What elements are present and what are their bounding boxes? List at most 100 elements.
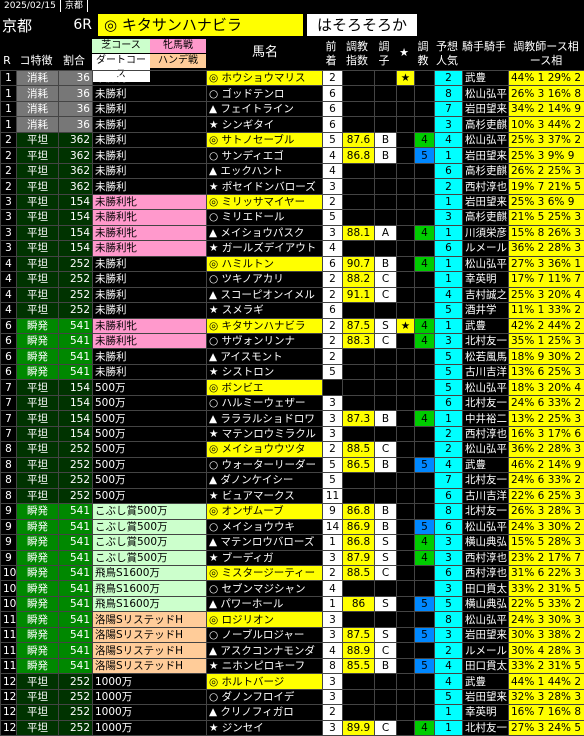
table-row[interactable]: 11瞬発541洛陽SリステッドH▲ アスクコンナモンダ488.9C2ルメール30… — [1, 643, 584, 658]
table-row[interactable]: 7平坦154500万◎ ボンビエ5松山弘平18% 3 20% 4 — [1, 380, 584, 395]
table-row[interactable]: 2平坦362未勝利▲ エックハント46高杉吏麒26% 2 25% 3 — [1, 163, 584, 178]
cell-horse[interactable]: ★ ポセイドンバローズ — [207, 179, 323, 194]
cell-horse[interactable]: ◎ ボンビエ — [207, 380, 323, 395]
cell-horse[interactable]: ◎ ミリッサマイヤー — [207, 194, 323, 209]
cell-horse[interactable]: ◎ オンザムーブ — [207, 504, 323, 519]
table-row[interactable]: 3平坦154未勝利牝★ ガールズデイアウト46ルメール36% 2 28% 3 — [1, 241, 584, 256]
cell-horse[interactable]: ◎ メイショウウツタ — [207, 442, 323, 457]
table-row[interactable]: 11瞬発541洛陽SリステッドH★ ニホンピロキーフ885.5B54田口貫太33… — [1, 658, 584, 673]
cell-horse[interactable]: ▲ メイショウパスク — [207, 225, 323, 240]
table-row[interactable]: 6瞬発541未勝利牝○ サヴォンリンナ288.3C43北村友一35% 1 25%… — [1, 333, 584, 348]
cell-horse[interactable]: ★ ニホンピロキーフ — [207, 658, 323, 673]
table-row[interactable]: 1消耗36未勝利★ シンギタイ63高杉吏麒10% 3 44% 2 — [1, 117, 584, 132]
cell-horse[interactable]: ○ ウォーターリーダー — [207, 457, 323, 472]
cell-horse[interactable]: ★ シストロン — [207, 364, 323, 379]
cell-horse[interactable]: ▲ エックハント — [207, 163, 323, 178]
cell-trainer: 25% 3 6% 9 — [509, 194, 584, 209]
cell-horse[interactable]: ◎ ホルトバージ — [207, 674, 323, 689]
cell-horse[interactable]: ○ サンディエゴ — [207, 148, 323, 163]
table-row[interactable]: 10瞬発541飛鳥S1600万◎ ミスタージーティー288.5C6西村淳也31%… — [1, 566, 584, 581]
cell-horse[interactable]: ▲ マテンロウバローズ — [207, 535, 323, 550]
cell-cond: C — [375, 566, 397, 581]
cell-horse[interactable]: ○ サヴォンリンナ — [207, 333, 323, 348]
table-row[interactable]: 6瞬発541未勝利▲ アイスモント25松若風馬18% 9 30% 2 — [1, 349, 584, 364]
cell-train: 5 — [415, 627, 435, 642]
cell-horse[interactable]: ★ マテンロウミラクル — [207, 426, 323, 441]
cell-horse[interactable]: ▲ パワーホール — [207, 596, 323, 611]
table-row[interactable]: 12平坦2521000万◎ ホルトバージ34武豊44% 1 44% 2 — [1, 674, 584, 689]
cell-horse[interactable]: ▲ ラララルショドロワ — [207, 411, 323, 426]
cell-ratio: 362 — [59, 179, 93, 194]
cell-horse[interactable]: ○ メイショウウキ — [207, 519, 323, 534]
table-row[interactable]: 12平坦2521000万★ ジンセイ389.9C41北村友一27% 3 24% … — [1, 720, 584, 735]
cell-horse[interactable]: ★ ビュアマークス — [207, 488, 323, 503]
table-row[interactable]: 8平坦252500万★ ビュアマークス116古川吉洋22% 6 25% 3 — [1, 488, 584, 503]
table-row[interactable]: 4平坦252未勝利▲ スコーピオンイメル291.1C4吉村誠之25% 3 20%… — [1, 287, 584, 302]
table-row[interactable]: 6瞬発541未勝利牝◎ キタサンハナビラ287.5S★41武豊42% 2 44%… — [1, 318, 584, 333]
cell-ratio: 252 — [59, 674, 93, 689]
table-row[interactable]: 2平坦362未勝利★ ポセイドンバローズ32西村淳也19% 7 21% 5 — [1, 179, 584, 194]
cell-horse[interactable]: ▲ スコーピオンイメル — [207, 287, 323, 302]
cell-prev: 2 — [323, 349, 343, 364]
table-row[interactable]: 9瞬発541こぶし賞500万○ メイショウウキ1486.9B56松山弘平24% … — [1, 519, 584, 534]
table-row[interactable]: 4平坦252未勝利○ ツキノアカリ288.2C1幸英明17% 7 11% 7 — [1, 272, 584, 287]
table-row[interactable]: 1消耗36未勝利○ ゴッドテンロ68松山弘平26% 3 16% 8 — [1, 86, 584, 101]
table-row[interactable]: 2平坦362未勝利◎ サトノセーブル587.6B44松山弘平25% 3 37% … — [1, 132, 584, 147]
cell-idx — [343, 581, 375, 596]
cell-horse[interactable]: ▲ アスクコンナモンダ — [207, 643, 323, 658]
table-row[interactable]: 7平坦154500万★ マテンロウミラクル32西村淳也16% 3 17% 6 — [1, 426, 584, 441]
cell-prev — [323, 380, 343, 395]
table-row[interactable]: 4平坦252未勝利★ スメラギ65酒井学11% 1 33% 2 — [1, 303, 584, 318]
cell-horse[interactable]: ◎ ロジリオン — [207, 612, 323, 627]
table-row[interactable]: 11瞬発541洛陽SリステッドH○ ノーブルロジャー387.5S53岩田望来30… — [1, 627, 584, 642]
table-row[interactable]: 3平坦154未勝利牝○ ミリエドール53高杉吏麒21% 5 25% 3 — [1, 210, 584, 225]
table-row[interactable]: 6瞬発541未勝利★ シストロン55古川吉洋13% 6 25% 3 — [1, 364, 584, 379]
table-row[interactable]: 4平坦252未勝利◎ ハミルトン690.7B41松山弘平27% 3 36% 1 — [1, 256, 584, 271]
cell-horse[interactable]: ▲ アイスモント — [207, 349, 323, 364]
cell-horse[interactable]: ○ ツキノアカリ — [207, 272, 323, 287]
cell-horse[interactable]: ○ ゴッドテンロ — [207, 86, 323, 101]
table-row[interactable]: 1消耗36未勝利▲ フェイトライン67岩田望来34% 2 14% 9 — [1, 101, 584, 116]
cell-star — [397, 163, 415, 178]
table-row[interactable]: 3平坦154未勝利牝◎ ミリッサマイヤー21岩田望来25% 3 6% 9 — [1, 194, 584, 209]
table-row[interactable]: 2平坦362未勝利○ サンディエゴ486.8B51岩田望来25% 3 9% 9 — [1, 148, 584, 163]
featured-horse[interactable]: ◎ キタサンハナビラ — [98, 14, 303, 36]
table-row[interactable]: 9瞬発541こぶし賞500万◎ オンザムーブ986.8B8北村友一26% 3 2… — [1, 504, 584, 519]
table-row[interactable]: 8平坦252500万▲ ダノンケイシー57北村友一24% 6 33% 2 — [1, 473, 584, 488]
cell-horse[interactable]: ◎ キタサンハナビラ — [207, 318, 323, 333]
table-row[interactable]: 11瞬発541洛陽SリステッドH◎ ロジリオン38松山弘平24% 3 30% 3 — [1, 612, 584, 627]
table-row[interactable]: 8平坦252500万○ ウォーターリーダー586.5B54武豊46% 2 14%… — [1, 457, 584, 472]
cell-horse[interactable]: ◎ ハミルトン — [207, 256, 323, 271]
cell-horse[interactable]: ◎ サトノセーブル — [207, 132, 323, 147]
table-row[interactable]: 9瞬発541こぶし賞500万★ ブーディガ387.9S43西村淳也23% 2 1… — [1, 550, 584, 565]
cell-horse[interactable]: ★ シンギタイ — [207, 117, 323, 132]
cell-horse[interactable]: ◎ ミスタージーティー — [207, 566, 323, 581]
cell-horse[interactable]: ▲ クリノフィガロ — [207, 705, 323, 720]
cell-horse[interactable]: ○ ノーブルロジャー — [207, 627, 323, 642]
table-row[interactable]: 10瞬発541飛鳥S1600万▲ パワーホール186S55横山典弘22% 5 3… — [1, 596, 584, 611]
cell-prev: 3 — [323, 720, 343, 735]
cell-pop: 1 — [435, 411, 463, 426]
table-row[interactable]: 9瞬発541こぶし賞500万▲ マテンロウバローズ186.8S43横山典弘15%… — [1, 535, 584, 550]
table-row[interactable]: 12平坦2521000万○ ダノンフロイデ35岩田望来32% 3 28% 3 — [1, 689, 584, 704]
cell-jockey: 酒井学 — [463, 303, 509, 318]
table-row[interactable]: 1消耗36未勝利◎ ホウショウマリス2★2武豊44% 1 29% 2 — [1, 71, 584, 86]
cell-horse[interactable]: ★ ガールズデイアウト — [207, 241, 323, 256]
table-row[interactable]: 7平坦154500万▲ ラララルショドロワ387.3B41中井裕二13% 2 2… — [1, 411, 584, 426]
table-row[interactable]: 3平坦154未勝利牝▲ メイショウパスク388.1A41川須栄彦15% 8 26… — [1, 225, 584, 240]
cell-horse[interactable]: ◎ ホウショウマリス — [207, 71, 323, 86]
table-row[interactable]: 7平坦154500万○ ハルミーウェザー36北村友一24% 6 33% 2 — [1, 395, 584, 410]
table-row[interactable]: 10瞬発541飛鳥S1600万○ セブンマジシャン43田口貫太33% 2 31%… — [1, 581, 584, 596]
cell-horse[interactable]: ★ スメラギ — [207, 303, 323, 318]
cell-horse[interactable]: ○ ダノンフロイデ — [207, 689, 323, 704]
cell-course: 瞬発 — [17, 333, 59, 348]
table-row[interactable]: 12平坦2521000万▲ クリノフィガロ21幸英明16% 7 16% 8 — [1, 705, 584, 720]
cell-horse[interactable]: ▲ ダノンケイシー — [207, 473, 323, 488]
cell-horse[interactable]: ○ ミリエドール — [207, 210, 323, 225]
cell-horse[interactable]: ★ ブーディガ — [207, 550, 323, 565]
cell-horse[interactable]: ○ ハルミーウェザー — [207, 395, 323, 410]
cell-horse[interactable]: ▲ フェイトライン — [207, 101, 323, 116]
table-row[interactable]: 8平坦252500万◎ メイショウウツタ288.5C2松山弘平36% 2 28%… — [1, 442, 584, 457]
cell-horse[interactable]: ★ ジンセイ — [207, 720, 323, 735]
cell-horse[interactable]: ○ セブンマジシャン — [207, 581, 323, 596]
